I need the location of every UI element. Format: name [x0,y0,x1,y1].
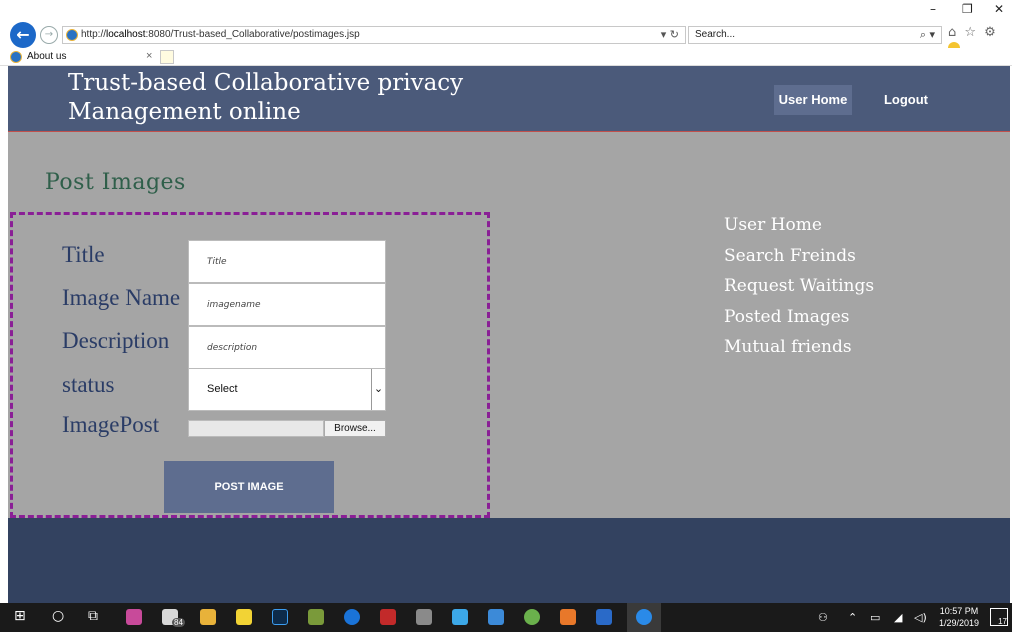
paint-brush-icon[interactable] [416,609,432,625]
filezilla-icon[interactable] [380,609,396,625]
sidebar-nav: User Home Search Freinds Request Waiting… [724,210,874,363]
word-icon[interactable] [596,609,612,625]
sidebar-item-posted-images[interactable]: Posted Images [724,302,874,333]
title-label: Title [62,242,105,267]
tools-app-icon[interactable] [308,609,324,625]
restore-icon[interactable]: ❐ [962,2,973,16]
android-studio-icon[interactable] [524,609,540,625]
home-star-gear-icon[interactable]: ⌂ ☆ ⚙ [948,25,998,40]
title-field-box [188,240,386,283]
minimize-icon[interactable]: – [930,2,936,16]
java-icon[interactable] [560,609,576,625]
browser-tab-row: About us × [0,48,1012,66]
file-explorer-icon[interactable] [200,609,216,625]
lightning-app-icon[interactable] [452,609,468,625]
back-button[interactable]: ← [10,22,36,48]
taskbar-clock[interactable]: 10:57 PM 1/29/2019 [936,605,982,629]
chevron-up-icon[interactable]: ⌃ [848,611,857,624]
status-select[interactable]: Select ⌄ [188,368,386,411]
image-name-input[interactable] [189,284,385,325]
search-icon[interactable]: ⌕ ▾ [920,28,935,42]
site-header: Trust-based Collaborative privacy Manage… [8,66,1010,132]
clock-date: 1/29/2019 [938,618,980,628]
start-icon[interactable]: ⊞ [14,608,26,624]
close-icon[interactable]: ✕ [994,2,1004,16]
browser-search-box[interactable]: Search... ⌕ ▾ [688,26,942,44]
cortana-search-icon[interactable]: ○ [52,608,64,624]
screen: – ❐ ✕ ← → http://localhost:8080/Trust-ba… [0,0,1012,632]
battery-icon[interactable]: ▭ [870,611,880,624]
chevron-down-icon[interactable]: ⌄ [371,369,385,410]
site-footer [8,518,1010,603]
tab-label: About us [27,51,67,62]
description-label: Description [62,328,170,353]
windows-taskbar: ⊞ ○ ⧉ 84 [0,603,1012,632]
post-image-button[interactable]: POST IMAGE [164,461,334,513]
web-page: Trust-based Collaborative privacy Manage… [8,66,1010,603]
internet-explorer-taskbar-button[interactable] [627,603,661,632]
browse-button[interactable]: Browse... [324,420,386,437]
sidebar-item-search-friends[interactable]: Search Freinds [724,241,874,272]
task-view-icon[interactable]: ⧉ [88,608,98,624]
image-file-input[interactable] [188,420,324,437]
virtualbox-icon[interactable] [488,609,504,625]
url-text: http://localhost:8080/Trust-based_Collab… [81,29,360,40]
image-name-field-box [188,283,386,326]
site-title: Trust-based Collaborative privacy Manage… [68,70,464,125]
paint-app-icon[interactable] [126,609,142,625]
page-title: Post Images [45,170,186,195]
nav-logout-button[interactable]: Logout [876,85,936,115]
internet-explorer-icon [636,609,652,625]
edge-browser-icon[interactable] [344,609,360,625]
clock-time: 10:57 PM [939,606,979,616]
forward-button[interactable]: → [40,26,58,44]
photoshop-icon[interactable] [272,609,288,625]
nav-user-home-button[interactable]: User Home [774,85,852,115]
sticky-notes-icon[interactable] [236,609,252,625]
page-favicon-icon [66,29,78,41]
sidebar-item-user-home[interactable]: User Home [724,210,874,241]
title-input[interactable] [189,241,385,282]
people-icon[interactable]: ⚇ [818,611,828,624]
volume-icon[interactable]: ◁) [914,611,927,624]
mail-badge: 84 [172,618,185,627]
refresh-icon[interactable]: ▾ ↻ [661,28,679,41]
search-placeholder: Search... [695,29,736,40]
image-post-label: ImagePost [62,412,160,437]
description-field-box [188,326,386,369]
tab-close-icon[interactable]: × [146,50,152,62]
tab-favicon-icon [10,51,22,63]
notification-center-icon[interactable]: 17 [990,608,1008,626]
image-name-label: Image Name [62,285,181,310]
tab-about-us[interactable]: About us × [10,49,158,65]
status-select-value: Select [207,383,238,395]
address-bar[interactable]: http://localhost:8080/Trust-based_Collab… [62,26,686,44]
description-input[interactable] [189,327,385,368]
status-label: status [62,372,115,397]
new-tab-icon[interactable] [160,50,174,64]
sidebar-item-mutual-friends[interactable]: Mutual friends [724,332,874,363]
sidebar-item-request-waitings[interactable]: Request Waitings [724,271,874,302]
network-icon[interactable]: ◢ [894,611,902,624]
